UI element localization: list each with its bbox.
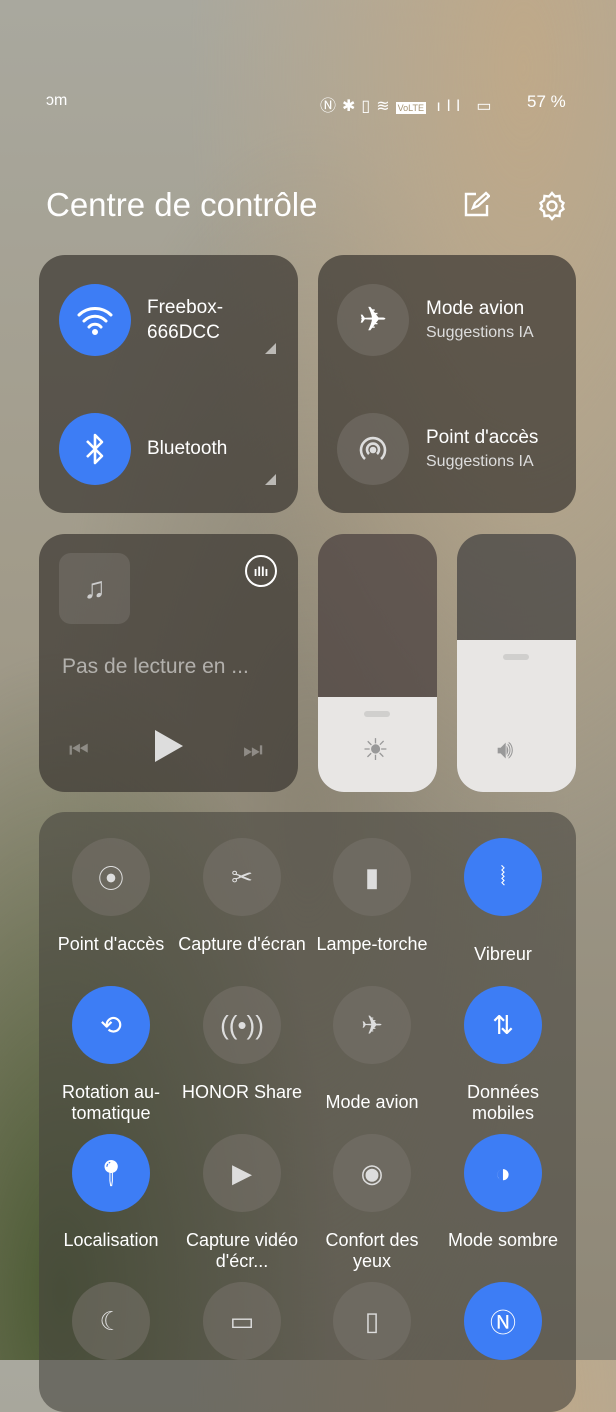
tile-mobile-data[interactable]: ⇅ Données mobiles <box>438 986 568 1124</box>
tile-label: Mode avion <box>325 1092 419 1112</box>
tile-label: Données mobiles <box>466 1082 540 1123</box>
dark-mode-icon[interactable]: ◑ <box>464 1134 542 1212</box>
wifi-toggle[interactable] <box>59 284 131 356</box>
edit-icon[interactable] <box>462 191 490 219</box>
tile-airplane[interactable]: ✈ Mode avion <box>307 986 437 1113</box>
tile-label: Rotation au-tomatique <box>61 1082 161 1123</box>
status-icons: Ⓝ✱▯≋ VoLTE ıll ▭ <box>320 98 498 115</box>
tile-vibrate[interactable]: ⦚ Vibreur <box>438 838 568 965</box>
music-note-icon: ♫ <box>59 553 130 624</box>
brightness-slider[interactable]: ☀ <box>318 534 437 792</box>
wifi-expand-icon[interactable] <box>265 343 276 354</box>
bluetooth-label[interactable]: Bluetooth <box>147 438 227 460</box>
tile-label: Mode sombre <box>447 1230 559 1250</box>
next-button[interactable]: ⏭ <box>243 737 263 763</box>
suggestion-label[interactable]: Mode avion <box>426 298 524 320</box>
volume-slider[interactable]: 🔊︎ <box>457 534 576 792</box>
moon-icon[interactable]: ☾ <box>72 1282 150 1360</box>
tile-nfc[interactable]: Ⓝ <box>438 1282 568 1378</box>
suggestions-panel: ✈ Mode avion Suggestions IA Point d'accè… <box>318 255 576 513</box>
bluetooth-toggle[interactable] <box>59 413 131 485</box>
flashlight-icon[interactable]: ▮ <box>333 838 411 916</box>
mobile-data-icon[interactable]: ⇅ <box>464 986 542 1064</box>
gear-icon[interactable] <box>537 191 567 221</box>
media-panel: ♫ ıllı Pas de lecture en ... ⏮ ⏭ <box>39 534 298 792</box>
suggestion-sub: Suggestions IA <box>426 453 534 470</box>
tile-honor-share[interactable]: ((•)) HONOR Share <box>177 986 307 1103</box>
airplane-icon[interactable]: ✈ <box>333 986 411 1064</box>
tile-dark-mode[interactable]: ◑ Mode sombre <box>438 1134 568 1251</box>
tile-label: Localisation <box>63 1230 159 1250</box>
tile-label: Vibreur <box>474 944 532 964</box>
tile-rotation[interactable]: ⟲ Rotation au-tomatique <box>46 986 176 1124</box>
wifi-label[interactable]: Freebox- 666DCC <box>147 295 223 345</box>
tile-label: HONOR Share <box>181 1082 303 1102</box>
hotspot-icon[interactable] <box>337 413 409 485</box>
screenshot-icon[interactable]: ✂ <box>203 838 281 916</box>
location-icon[interactable]: 📍︎ <box>72 1134 150 1212</box>
tile-location[interactable]: 📍︎ Localisation <box>46 1134 176 1251</box>
page-title: Centre de contrôle <box>46 186 318 223</box>
volume-icon: 🔊︎ <box>497 734 514 764</box>
play-button[interactable] <box>155 730 183 762</box>
airplane-icon[interactable]: ✈ <box>337 284 409 356</box>
volte-icon: VoLTE <box>395 102 426 114</box>
status-bar: ɔm Ⓝ✱▯≋ VoLTE ıll ▭ 57 % <box>0 90 616 115</box>
tile-multi-screen[interactable]: ▭ <box>177 1282 307 1378</box>
tile-flashlight[interactable]: ▮ Lampe-torche <box>307 838 437 955</box>
honor-share-icon[interactable]: ((•)) <box>203 986 281 1064</box>
vibrate-icon[interactable]: ⦚ <box>464 838 542 916</box>
screen-record-icon[interactable]: ▶ <box>203 1134 281 1212</box>
audio-output-icon[interactable]: ıllı <box>245 555 277 587</box>
brightness-icon: ☀ <box>362 734 389 767</box>
media-status: Pas de lecture en ... <box>62 655 249 678</box>
battery-percent: 57 % <box>527 92 566 111</box>
tile-label: Confort des yeux <box>325 1230 419 1271</box>
bluetooth-expand-icon[interactable] <box>265 474 276 485</box>
connectivity-panel: Freebox- 666DCC Bluetooth <box>39 255 298 513</box>
hotspot-icon[interactable]: ⦿ <box>72 838 150 916</box>
tile-label: Point d'accès <box>57 934 165 954</box>
rotation-icon[interactable]: ⟲ <box>72 986 150 1064</box>
nfc-icon[interactable]: Ⓝ <box>464 1282 542 1360</box>
tile-label: Lampe-torche <box>316 934 428 954</box>
tile-label: Capture vidéo d'écr... <box>185 1230 299 1271</box>
tile-label: Capture d'écran <box>178 934 306 954</box>
previous-button[interactable]: ⏮ <box>69 737 89 763</box>
eye-comfort-icon[interactable]: ◉ <box>333 1134 411 1212</box>
tile-moon[interactable]: ☾ <box>46 1282 176 1378</box>
suggestion-sub: Suggestions IA <box>426 324 534 341</box>
tile-screen-record[interactable]: ▶ Capture vidéo d'écr... <box>177 1134 307 1272</box>
tile-battery-saver[interactable]: ▯ <box>307 1282 437 1378</box>
suggestion-label[interactable]: Point d'accès <box>426 427 538 449</box>
tile-hotspot[interactable]: ⦿ Point d'accès <box>46 838 176 955</box>
volume-fill <box>457 639 576 792</box>
tile-eye-comfort[interactable]: ◉ Confort des yeux <box>307 1134 437 1272</box>
status-left-text: ɔm <box>46 92 68 109</box>
tile-screenshot[interactable]: ✂ Capture d'écran <box>177 838 307 955</box>
battery-saver-icon[interactable]: ▯ <box>333 1282 411 1360</box>
multi-screen-icon[interactable]: ▭ <box>203 1282 281 1360</box>
